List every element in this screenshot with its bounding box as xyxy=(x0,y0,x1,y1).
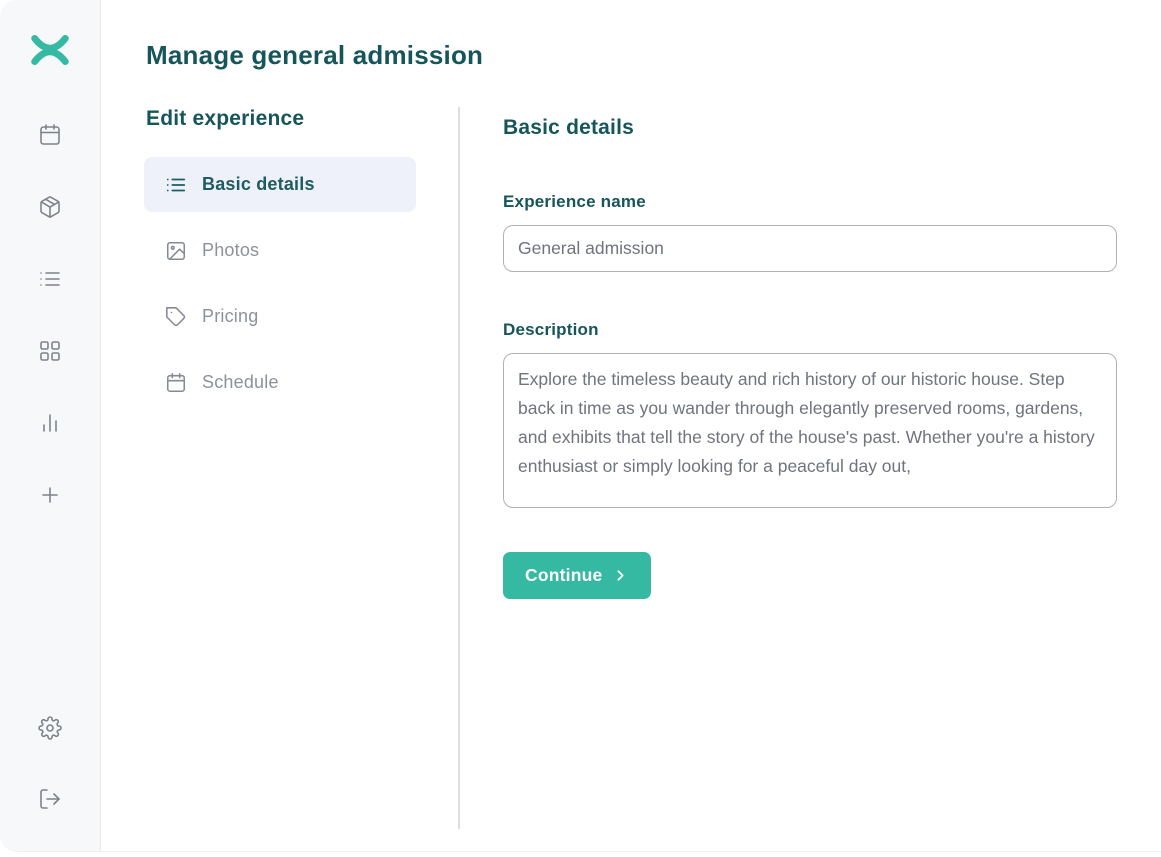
app-window: Manage general admission Edit experience… xyxy=(0,0,1161,851)
list-icon xyxy=(165,174,187,196)
calendar-icon[interactable] xyxy=(38,123,62,147)
grid-icon[interactable] xyxy=(38,339,62,363)
description-label: Description xyxy=(503,320,1117,340)
nav-item-basic-details[interactable]: Basic details xyxy=(144,157,416,212)
nav-item-photos[interactable]: Photos xyxy=(144,223,416,278)
package-icon[interactable] xyxy=(38,195,62,219)
continue-button-label: Continue xyxy=(525,565,602,586)
logout-icon[interactable] xyxy=(38,787,62,811)
edit-experience-nav: Basic details Photos Pricing xyxy=(144,157,458,410)
list-icon[interactable] xyxy=(38,267,62,291)
nav-item-label: Schedule xyxy=(202,372,279,393)
rail-nav xyxy=(38,123,62,507)
basic-details-form: Basic details Experience name Descriptio… xyxy=(460,107,1117,829)
experience-name-label: Experience name xyxy=(503,192,1117,212)
tag-icon xyxy=(165,306,187,328)
description-textarea[interactable]: Explore the timeless beauty and rich his… xyxy=(503,353,1117,508)
nav-item-schedule[interactable]: Schedule xyxy=(144,355,416,410)
plus-icon[interactable] xyxy=(38,483,62,507)
nav-item-label: Basic details xyxy=(202,174,315,195)
page-title: Manage general admission xyxy=(146,40,1117,71)
nav-item-label: Photos xyxy=(202,240,259,261)
continue-button[interactable]: Continue xyxy=(503,552,651,599)
edit-experience-panel: Edit experience Basic details Photos xyxy=(146,107,458,829)
experience-name-input[interactable] xyxy=(503,225,1117,272)
icon-rail-sidebar xyxy=(0,0,101,851)
basic-details-heading: Basic details xyxy=(503,116,1117,140)
chevron-right-icon xyxy=(612,567,629,584)
image-icon xyxy=(165,240,187,262)
description-field-group: Description Explore the timeless beauty … xyxy=(503,320,1117,508)
edit-experience-heading: Edit experience xyxy=(146,107,458,131)
experience-name-field-group: Experience name xyxy=(503,192,1117,272)
calendar-icon xyxy=(165,372,187,394)
bar-chart-icon[interactable] xyxy=(38,411,62,435)
settings-gear-icon[interactable] xyxy=(38,716,62,740)
xola-logo xyxy=(31,34,69,66)
rail-footer xyxy=(38,716,62,811)
nav-item-pricing[interactable]: Pricing xyxy=(144,289,416,344)
nav-item-label: Pricing xyxy=(202,306,258,327)
main-content: Manage general admission Edit experience… xyxy=(101,0,1161,851)
